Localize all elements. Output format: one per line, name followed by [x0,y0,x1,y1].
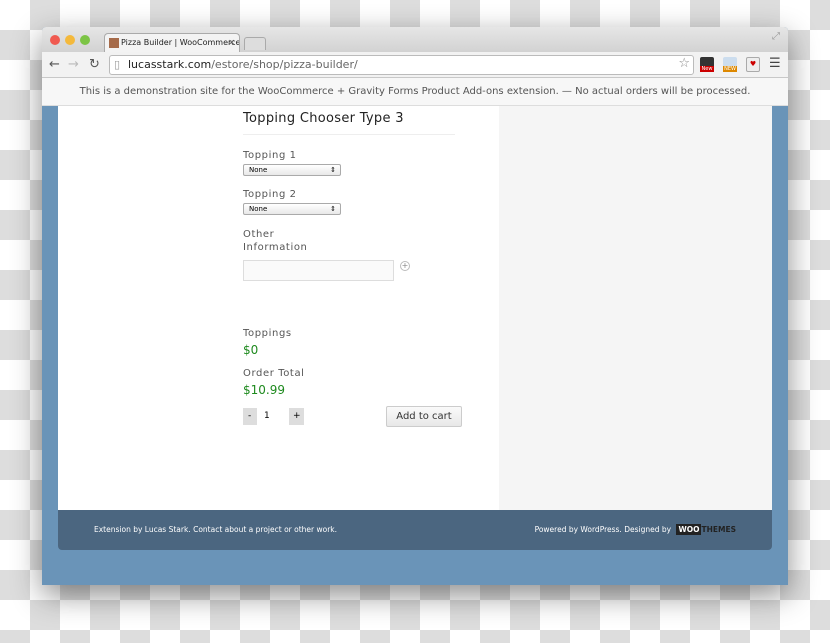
maximize-window-button[interactable] [80,35,90,45]
order-total-price: $10.99 [243,383,285,397]
form-title: Topping Chooser Type 3 [243,111,455,135]
tab-title: Pizza Builder | WooCommerce [121,38,240,47]
other-info-input[interactable] [243,260,394,281]
order-total-label: Order Total [243,368,305,379]
topping1-select[interactable]: None ⇕ [243,164,341,176]
extension-pocket-icon[interactable]: ♥ [746,57,760,72]
quantity-input[interactable]: 1 [257,408,289,425]
quantity-stepper: - 1 + [243,408,304,425]
sidebar [499,106,772,510]
menu-icon[interactable]: ☰ [769,56,781,71]
tab-bar: Pizza Builder | WooCommerce ✕ ⤢ [42,27,788,52]
favicon-icon [109,38,119,48]
quantity-plus-button[interactable]: + [293,408,301,425]
extension-speed-icon[interactable]: New [700,57,714,72]
bookmark-star-icon[interactable]: ☆ [678,55,690,73]
select-arrows-icon: ⇕ [330,205,336,213]
topping2-label: Topping 2 [243,189,297,200]
site-footer: Extension by Lucas Stark. Contact about … [58,510,772,550]
extension-calendar-icon[interactable]: NEW [723,57,737,72]
add-to-cart-button[interactable]: Add to cart [386,406,462,427]
url-domain: lucasstark.com [128,58,212,71]
back-icon[interactable]: ← [49,57,60,72]
add-field-icon[interactable]: + [400,261,410,271]
forward-icon[interactable]: → [68,57,79,72]
select-arrows-icon: ⇕ [330,166,336,174]
woothemes-logo[interactable]: WOO THEMES [676,524,736,535]
close-tab-icon[interactable]: ✕ [228,34,235,52]
browser-toolbar: ← → ↻ ▯ lucasstark.com/estore/shop/pizza… [42,52,788,78]
new-tab-button[interactable] [244,37,266,50]
minimize-window-button[interactable] [65,35,75,45]
product-form: Topping Chooser Type 3 Topping 1 None ⇕ T… [243,106,462,428]
close-window-button[interactable] [50,35,60,45]
quantity-minus-button[interactable]: - [248,408,251,425]
address-bar[interactable]: ▯ lucasstark.com/estore/shop/pizza-build… [109,55,694,75]
page-content: Topping Chooser Type 3 Topping 1 None ⇕ T… [58,106,772,510]
demo-notice: This is a demonstration site for the Woo… [42,78,788,106]
topping1-label: Topping 1 [243,150,297,161]
footer-credits: Extension by Lucas Stark. Contact about … [94,525,338,534]
footer-powered-by: Powered by WordPress. Designed by WOO THE… [534,524,736,535]
browser-window: Pizza Builder | WooCommerce ✕ ⤢ ← → ↻ ▯ … [42,27,788,585]
browser-tab[interactable]: Pizza Builder | WooCommerce ✕ [104,33,240,52]
url-path: /estore/shop/pizza-builder/ [211,58,358,71]
other-info-label: Other Information [243,229,308,253]
topping2-value: None [249,205,268,213]
fullscreen-icon[interactable]: ⤢ [772,31,780,42]
reload-icon[interactable]: ↻ [89,57,100,72]
toppings-price: $0 [243,343,259,357]
topping1-value: None [249,166,268,174]
topping2-select[interactable]: None ⇕ [243,203,341,215]
page-icon: ▯ [114,58,121,71]
toppings-label: Toppings [243,328,292,339]
